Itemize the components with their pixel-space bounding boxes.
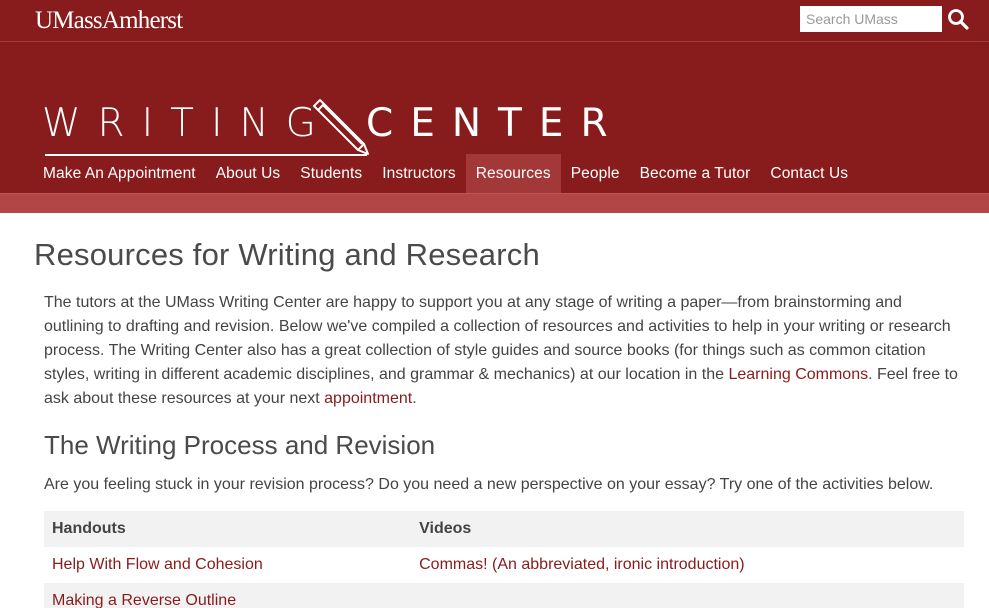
nav-item-contact-us[interactable]: Contact Us	[760, 154, 858, 193]
learning-commons-link[interactable]: Learning Commons	[728, 366, 868, 383]
section-intro: Are you feeling stuck in your revision p…	[44, 476, 934, 493]
wordmark-center: CENTER	[366, 101, 625, 146]
search-input[interactable]	[800, 6, 942, 32]
table-cell: Commas! (An abbreviated, ironic introduc…	[411, 547, 964, 583]
column-header-handouts: Handouts	[44, 511, 412, 547]
appointment-link[interactable]: appointment	[324, 390, 412, 407]
top-bar: UMassAmherst	[0, 0, 989, 42]
nav-item-make-an-appointment[interactable]: Make An Appointment	[33, 154, 206, 193]
main-nav: Make An Appointment About Us Students In…	[33, 154, 858, 193]
main-content: Resources for Writing and Research The t…	[0, 213, 989, 608]
umass-logo[interactable]: UMassAmherst	[35, 7, 183, 35]
section-heading: The Writing Process and Revision	[44, 430, 436, 460]
handout-link-flow-cohesion[interactable]: Help With Flow and Cohesion	[52, 556, 263, 573]
nav-item-students[interactable]: Students	[290, 154, 372, 193]
resources-table: Handouts Videos Help With Flow and Cohes…	[44, 511, 964, 608]
table-cell: Help With Flow and Cohesion	[44, 547, 411, 583]
nav-item-about-us[interactable]: About Us	[206, 154, 291, 193]
writing-center-wordmark[interactable]: WRITING CENTER	[42, 98, 622, 158]
video-link-commas[interactable]: Commas! (An abbreviated, ironic introduc…	[419, 556, 744, 573]
table-cell	[411, 583, 964, 608]
banner: WRITING CENTER Make An Appointment About…	[0, 42, 989, 193]
nav-item-become-a-tutor[interactable]: Become a Tutor	[630, 154, 761, 193]
page-title: Resources for Writing and Research	[34, 237, 540, 272]
intro-text-3: .	[412, 390, 417, 407]
intro-paragraph: The tutors at the UMass Writing Center a…	[44, 291, 964, 411]
wordmark-writing: WRITING	[42, 101, 333, 146]
table-header-row: Handouts Videos	[44, 511, 964, 547]
nav-item-instructors[interactable]: Instructors	[372, 154, 465, 193]
handout-link-reverse-outline[interactable]: Making a Reverse Outline	[52, 592, 236, 608]
table-row: Making a Reverse Outline	[44, 583, 964, 608]
nav-item-people[interactable]: People	[561, 154, 630, 193]
table-cell: Making a Reverse Outline	[44, 583, 412, 608]
column-header-videos: Videos	[411, 511, 964, 547]
search-icon	[948, 9, 969, 30]
search-button[interactable]	[946, 8, 970, 32]
nav-item-resources[interactable]: Resources	[465, 154, 561, 193]
banner-stripe	[0, 193, 989, 213]
table-row: Help With Flow and Cohesion Commas! (An …	[44, 547, 964, 583]
